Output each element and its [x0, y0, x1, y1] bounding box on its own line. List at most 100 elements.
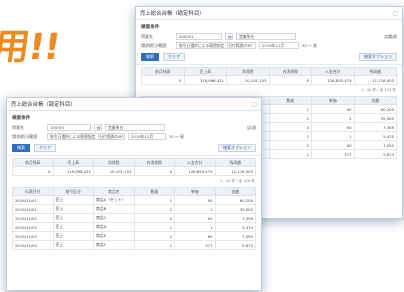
detail-header-cell: 数量	[268, 96, 312, 105]
summary-value-cell: 0	[133, 166, 175, 176]
table-cell: 1	[174, 204, 216, 214]
summary-header-cell: 前月残高	[12, 158, 54, 167]
front-detail-table: 伝票日付 取引区分 商品名 数量 単価 金額 2019/11/01 売上 商品A（セット） 1 9…	[12, 187, 256, 250]
back-customer-code-input[interactable]: 000001	[176, 33, 222, 40]
table-cell: 2019/11/03	[12, 231, 54, 241]
table-cell: 5,470	[214, 222, 256, 232]
summary-header-cell: 売上高	[183, 67, 227, 76]
back-store-label: 店舗/部	[384, 33, 397, 39]
back-range-select[interactable]: 取引日選択による範囲指定（日付範囲のみ）	[176, 42, 256, 49]
table-cell: 7,050	[353, 140, 397, 150]
summary-value-cell: 11,116,003	[353, 75, 397, 85]
table-row[interactable]: 2019/11/03売上商品F13775,673	[12, 240, 256, 250]
detail-header-cell: 単価	[311, 96, 355, 105]
table-cell: 3	[133, 213, 175, 223]
detail-header-cell: 商品名	[93, 187, 135, 196]
table-cell: 1	[268, 104, 312, 114]
summary-header-cell: 残高額	[214, 158, 256, 167]
table-cell: 商品B	[93, 204, 135, 214]
summary-value-cell: 0	[12, 166, 54, 176]
back-range-row: 請求締日/範囲 取引日選択による範囲指定（日付範囲のみ） 2019年11月 30…	[136, 41, 402, 50]
front-range-select[interactable]: 取引日選択による範囲指定（日付範囲のみ）	[47, 133, 125, 140]
front-count-text: 30 〜 現	[169, 133, 184, 139]
summary-header-cell: 消費税	[93, 158, 135, 167]
back-date-input[interactable]: 2019年11月	[259, 42, 299, 49]
back-clear-button[interactable]: クリア	[163, 53, 185, 61]
front-customer-name-input[interactable]: 営業所名	[105, 124, 165, 131]
summary-value-cell: 11,116,003	[214, 166, 256, 176]
back-option-button[interactable]: 検索オプション	[359, 53, 397, 61]
front-option-button[interactable]: 検索オプション	[218, 144, 256, 152]
table-row[interactable]: 2019/11/01売上商品B2135,000	[12, 204, 256, 214]
table-cell: 2019/11/03	[12, 240, 54, 250]
table-cell: 90	[311, 104, 355, 114]
summary-value-cell: 119,998,421	[52, 166, 94, 176]
back-count-text: 30 〜 現	[302, 42, 317, 48]
back-pager: 1 - 10 件 / 全 120 件	[360, 88, 396, 92]
table-cell: 1	[133, 240, 175, 250]
front-store-label: 店/部	[247, 124, 256, 130]
summary-header-cell: 前月残高	[141, 67, 185, 76]
table-cell: 2	[133, 231, 175, 241]
table-cell: 7,050	[214, 231, 256, 241]
table-cell: 商品D	[93, 222, 135, 232]
back-summary-header-row: 前月残高 売上高 消費税 内消費税 入金合計 残高額	[141, 67, 397, 76]
front-detail-header-row: 伝票日付 取引区分 商品名 数量 単価 金額	[12, 187, 256, 196]
table-cell: 90	[174, 195, 216, 205]
table-row[interactable]: 2019/11/02売上商品C3907,309	[12, 213, 256, 223]
table-row[interactable]: 2019/11/01 売上 商品A（セット） 1 90 60,200	[12, 195, 256, 205]
summary-value-cell: 10,101,153	[93, 166, 135, 176]
table-cell: 2	[133, 204, 175, 214]
back-titlebar: 売上総合台帳（勘定科目） ▢	[136, 7, 402, 20]
front-range-row: 請求締日/範囲 取引日選択による範囲指定（日付範囲のみ） 2019年11月 30…	[7, 132, 261, 141]
table-cell: 2019/11/02	[12, 213, 54, 223]
summary-value-cell: 10,101,153	[226, 75, 270, 85]
front-summary-header-row: 前月残高 売上高 消費税 内消費税 入金合計 残高額	[12, 158, 256, 167]
back-customer-lookup-button[interactable]: ▤	[225, 33, 233, 40]
table-row[interactable]: 2019/11/02売上商品D115,470	[12, 222, 256, 232]
table-cell: 90	[174, 213, 216, 223]
back-summary-value-row: 0 119,998,421 10,101,153 0 126,853,479 11,116…	[141, 75, 397, 85]
front-customer-lookup-button[interactable]: ▤	[94, 124, 102, 131]
summary-header-cell: 消費税	[226, 67, 270, 76]
detail-header-cell: 金額	[353, 96, 397, 105]
table-cell: 1	[268, 149, 312, 159]
back-button-row: 検索 クリア 検索オプション	[136, 50, 402, 65]
table-cell: 2	[268, 113, 312, 123]
front-summary-table: 前月残高 売上高 消費税 内消費税 入金合計 残高額 0 119,998,421 10,101…	[12, 158, 256, 176]
table-cell: 売上	[52, 222, 94, 232]
table-cell: 売上	[52, 195, 94, 205]
summary-header-cell: 入金合計	[174, 158, 216, 167]
detail-header-cell: 伝票日付	[12, 187, 54, 196]
summary-header-cell: 売上高	[52, 158, 94, 167]
front-button-row: 検索 クリア 検索オプション	[7, 141, 261, 156]
front-range-label: 請求締日/範囲	[12, 133, 38, 139]
table-cell: 60	[311, 140, 355, 150]
back-range-label: 請求締日/範囲	[141, 42, 167, 48]
table-cell: 1	[268, 131, 312, 141]
back-search-button[interactable]: 検索	[141, 53, 159, 61]
table-cell: 35,000	[214, 204, 256, 214]
table-cell: 60,200	[214, 195, 256, 205]
summary-value-cell: 0	[141, 75, 185, 85]
table-row[interactable]: 2019/11/03売上商品E2607,050	[12, 231, 256, 241]
table-cell: 1	[311, 113, 355, 123]
front-search-section-title: 検索条件	[12, 116, 31, 121]
table-cell: 商品C	[93, 213, 135, 223]
summary-value-cell: 126,853,479	[174, 166, 216, 176]
back-customer-name-input[interactable]: 営業所名	[236, 33, 296, 40]
front-clear-button[interactable]: クリア	[34, 144, 56, 152]
table-cell: 90	[311, 122, 355, 132]
front-customer-code-input[interactable]: 100001	[47, 124, 91, 131]
front-date-input[interactable]: 2019年11月	[128, 133, 166, 140]
table-cell: 7,309	[353, 122, 397, 132]
back-customer-row: 得意先 000001 ▤ 営業所名 店舗/部	[136, 32, 402, 41]
detail-header-cell: 金額	[214, 187, 256, 196]
table-cell: 売上	[52, 204, 94, 214]
summary-header-cell: 入金合計	[311, 67, 355, 76]
close-icon[interactable]: ▢	[392, 10, 398, 17]
table-cell: 売上	[52, 231, 94, 241]
front-search-button[interactable]: 検索	[12, 144, 30, 152]
close-icon[interactable]: ▢	[251, 101, 257, 108]
summary-value-cell: 126,853,479	[311, 75, 355, 85]
